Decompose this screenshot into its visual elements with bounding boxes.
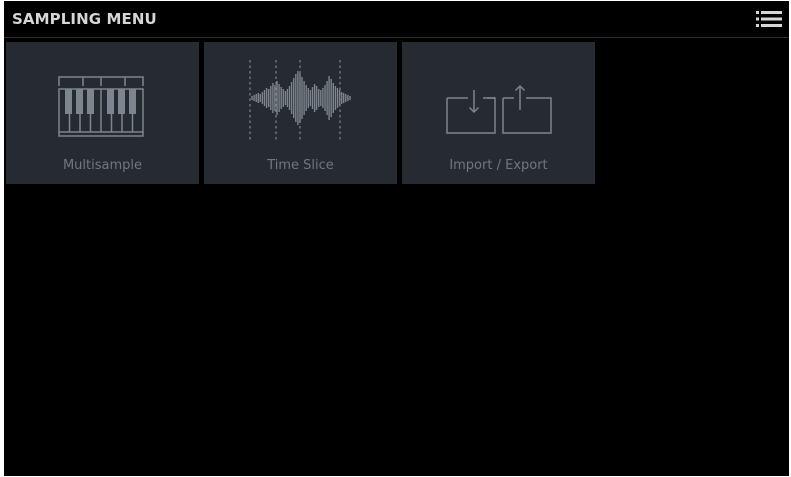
tile-label: Time Slice — [267, 158, 334, 173]
import-export-icon — [446, 84, 552, 134]
tile-multisample[interactable]: Multisample — [6, 42, 199, 184]
hamburger-list-icon — [756, 11, 782, 27]
piano-keyboard-icon — [58, 76, 144, 137]
tile-label: Multisample — [62, 158, 143, 173]
menu-button[interactable] — [755, 8, 783, 30]
tile-import-export[interactable]: Import / Export — [402, 42, 595, 184]
tile-label: Import / Export — [449, 158, 548, 173]
header-bar: SAMPLING MENU — [4, 1, 789, 38]
tile-time-slice[interactable]: Time Slice — [204, 42, 397, 184]
sampling-menu-screen: SAMPLING MENU Multisample Time Slice Imp… — [4, 1, 789, 476]
waveform-slice-icon — [249, 60, 351, 142]
page-title: SAMPLING MENU — [12, 10, 157, 28]
